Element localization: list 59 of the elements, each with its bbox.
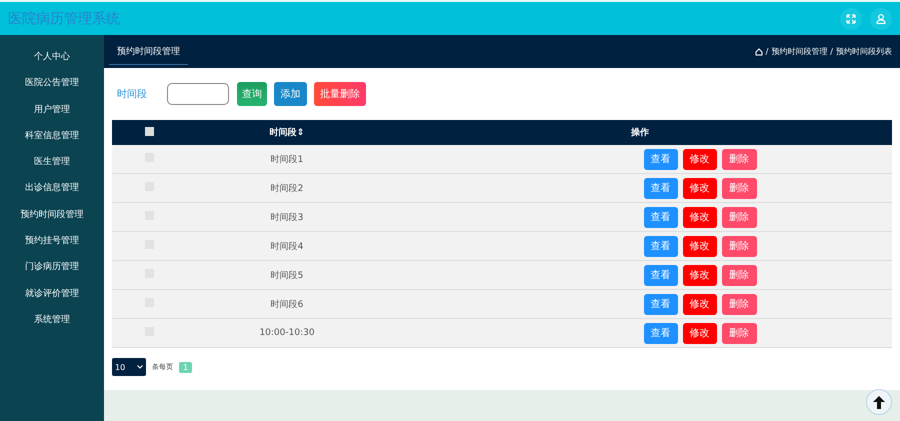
sidebar-item[interactable]: 出诊信息管理 — [25, 178, 79, 198]
sidebar-item[interactable]: 科室信息管理 — [25, 126, 79, 145]
edit-button[interactable]: 修改 — [682, 206, 716, 228]
view-button[interactable]: 查看 — [644, 322, 678, 344]
arrow-up-icon — [873, 396, 885, 408]
view-button[interactable]: 查看 — [644, 264, 678, 286]
view-button[interactable]: 查看 — [644, 236, 678, 256]
sidebar-item[interactable]: 用户管理 — [34, 100, 70, 119]
home-icon[interactable] — [754, 48, 763, 56]
page-size-select[interactable]: 10 — [112, 358, 146, 376]
table-cell: 时间段4 — [186, 232, 388, 260]
table-cell: 时间段3 — [186, 202, 388, 232]
sidebar-item[interactable]: 门诊病历管理 — [25, 257, 79, 276]
remove-button[interactable]: 删除 — [722, 206, 756, 228]
select-all-checkbox[interactable] — [144, 126, 154, 136]
edit-button[interactable]: 修改 — [682, 148, 716, 170]
column-header: 操作 — [388, 120, 892, 145]
breadcrumb-separator: / — [830, 47, 833, 56]
remove-button[interactable]: 删除 — [722, 264, 756, 286]
edit-button[interactable]: 修改 — [682, 294, 716, 314]
sidebar-item[interactable]: 预约时间段管理 — [20, 204, 84, 224]
breadcrumb-item[interactable]: 预约时间段列表 — [836, 46, 892, 57]
column-header[interactable]: 时间段⇕ — [186, 120, 388, 145]
view-button[interactable]: 查看 — [644, 178, 678, 198]
sidebar-item[interactable]: 医院公告管理 — [25, 73, 79, 92]
chevron-down-icon — [137, 365, 143, 369]
edit-button[interactable]: 修改 — [682, 236, 716, 256]
delete-button[interactable]: 批量删除 — [314, 82, 366, 106]
page-tab[interactable]: 预约时间段管理 — [109, 38, 188, 64]
table-cell: 10:00-10:30 — [186, 318, 388, 348]
remove-button[interactable]: 删除 — [722, 236, 756, 256]
fullscreen-icon[interactable] — [840, 8, 862, 30]
input-field[interactable] — [167, 83, 229, 105]
sidebar-item[interactable]: 预约挂号管理 — [25, 231, 79, 250]
table-cell: 时间段2 — [186, 174, 388, 202]
remove-button[interactable]: 删除 — [722, 178, 756, 198]
query-button[interactable]: 查询 — [237, 82, 267, 106]
sidebar-item[interactable]: 系统管理 — [34, 310, 70, 329]
remove-button[interactable]: 删除 — [722, 322, 756, 344]
edit-button[interactable]: 修改 — [682, 264, 716, 286]
app-title: 医院病历管理系统 — [8, 10, 121, 28]
view-button[interactable]: 查看 — [644, 206, 678, 228]
breadcrumb-item[interactable]: 预约时间段管理 — [771, 46, 828, 57]
add-button[interactable]: 添加 — [274, 82, 307, 106]
view-button[interactable]: 查看 — [644, 148, 678, 170]
sidebar-item[interactable]: 医生管理 — [34, 152, 70, 172]
user-icon[interactable] — [870, 8, 892, 30]
edit-button[interactable]: 修改 — [682, 322, 716, 344]
breadcrumb-separator: / — [766, 47, 768, 56]
edit-button[interactable]: 修改 — [682, 178, 716, 198]
remove-button[interactable]: 删除 — [722, 294, 756, 314]
table-cell: 时间段5 — [186, 260, 388, 290]
search-label: 时间段 — [117, 88, 148, 101]
table-cell: 时间段6 — [186, 290, 388, 318]
view-button[interactable]: 查看 — [644, 294, 678, 314]
sidebar-item[interactable]: 就诊评价管理 — [25, 284, 79, 303]
remove-button[interactable]: 删除 — [722, 148, 756, 170]
table-cell: 时间段1 — [186, 145, 388, 174]
sidebar-item[interactable]: 个人中心 — [34, 47, 70, 66]
